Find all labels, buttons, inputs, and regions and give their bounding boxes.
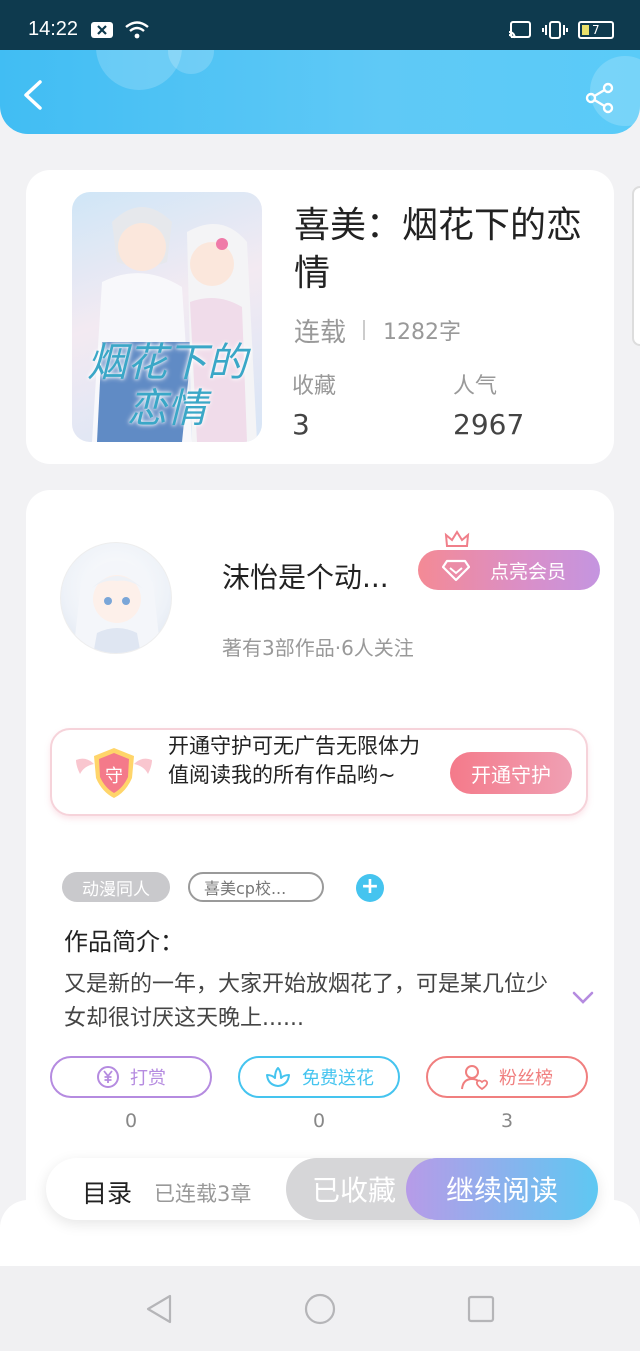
cover-title-art: 烟花下的恋情 xyxy=(87,340,247,432)
stat-value-favorites: 3 xyxy=(292,408,310,441)
flower-count: 0 xyxy=(312,1110,326,1132)
fan-ranking-label: 粉丝榜 xyxy=(499,1068,553,1089)
open-guard-button[interactable]: 开通守护 xyxy=(450,752,572,794)
status-time: 14:22 xyxy=(28,18,79,40)
notification-icon xyxy=(91,22,113,38)
fan-ranking-button[interactable]: 粉丝榜 xyxy=(426,1056,588,1098)
vip-button-label: 点亮会员 xyxy=(490,560,567,583)
nav-recents-icon[interactable] xyxy=(464,1292,498,1326)
side-handle[interactable] xyxy=(632,186,640,346)
share-icon[interactable] xyxy=(584,82,616,114)
status-icons-right: 7 xyxy=(508,20,614,40)
book-cover[interactable]: 烟花下的恋情 xyxy=(72,192,262,442)
system-navigation-bar xyxy=(0,1266,640,1351)
tip-count: 0 xyxy=(124,1110,138,1132)
yen-coin-icon xyxy=(97,1066,119,1088)
intro-heading: 作品简介： xyxy=(64,928,184,956)
free-flower-label: 免费送花 xyxy=(302,1068,374,1089)
battery-level: 7 xyxy=(592,23,600,37)
tag-keyword[interactable]: 喜美cp校... xyxy=(188,872,324,902)
guard-shield-icon: 守 xyxy=(76,748,152,798)
bottom-action-bar: 目录 已连载3章 已收藏 继续阅读 xyxy=(46,1158,598,1220)
tip-button[interactable]: 打赏 xyxy=(50,1056,212,1098)
chapters-count: 已连载3章 xyxy=(154,1182,252,1206)
tip-button-label: 打赏 xyxy=(130,1068,166,1089)
status-icons-left xyxy=(90,20,150,40)
header-bar xyxy=(0,50,640,134)
back-arrow-icon[interactable] xyxy=(18,78,52,112)
stat-value-popularity: 2967 xyxy=(453,408,525,441)
intro-text: 又是新的一年，大家开始放烟花了，可是某几位少女却很讨厌这天晚上...... xyxy=(64,972,549,1031)
nav-home-icon[interactable] xyxy=(303,1292,337,1326)
flower-icon xyxy=(266,1067,290,1087)
fan-user-icon xyxy=(461,1065,489,1090)
add-tag-button[interactable]: + xyxy=(356,874,384,902)
guard-shield-char: 守 xyxy=(105,766,123,787)
nav-back-icon[interactable] xyxy=(142,1292,176,1326)
stat-label-popularity: 人气 xyxy=(453,374,498,399)
book-info-card: 烟花下的恋情 喜美：烟花下的恋情 连载 1282字 收藏 3 人气 2967 xyxy=(26,170,614,464)
author-avatar[interactable] xyxy=(60,542,172,654)
book-status: 连载 xyxy=(294,318,347,348)
free-flower-button[interactable]: 免费送花 xyxy=(238,1056,400,1098)
status-bar: 14:22 7 xyxy=(0,0,640,50)
crown-icon xyxy=(444,530,470,547)
stat-label-favorites: 收藏 xyxy=(292,374,337,399)
wifi-icon xyxy=(125,21,149,39)
author-name[interactable]: 沫怡是个动... xyxy=(222,556,389,596)
light-up-vip-button[interactable]: 点亮会员 xyxy=(418,550,600,590)
table-of-contents-link[interactable]: 目录 xyxy=(82,1174,132,1210)
diamond-icon xyxy=(442,559,470,582)
word-count: 1282字 xyxy=(383,320,461,345)
book-title: 喜美：烟花下的恋情 xyxy=(294,205,583,294)
divider xyxy=(363,320,365,340)
battery-indicator: 7 xyxy=(578,21,614,39)
continue-reading-button[interactable]: 继续阅读 xyxy=(406,1158,598,1220)
avatar-illustration xyxy=(73,560,161,653)
chevron-down-icon[interactable] xyxy=(570,984,596,1010)
guard-promo-banner: 守 开通守护可无广告无限体力值阅读我的所有作品哟~ 开通守护 xyxy=(50,728,588,816)
author-meta: 著有3部作品·6人关注 xyxy=(222,636,414,660)
cast-icon xyxy=(508,21,531,39)
tag-category[interactable]: 动漫同人 xyxy=(62,872,170,902)
vibrate-icon xyxy=(542,21,568,39)
fan-count: 3 xyxy=(500,1110,514,1132)
author-and-details-card: 沫怡是个动... 点亮会员 著有3部作品·6人关注 守 开通守护可无广告无限体力… xyxy=(26,490,614,1250)
guard-promo-text: 开通守护可无广告无限体力值阅读我的所有作品哟~ xyxy=(168,734,420,787)
battery-fill xyxy=(582,25,589,35)
